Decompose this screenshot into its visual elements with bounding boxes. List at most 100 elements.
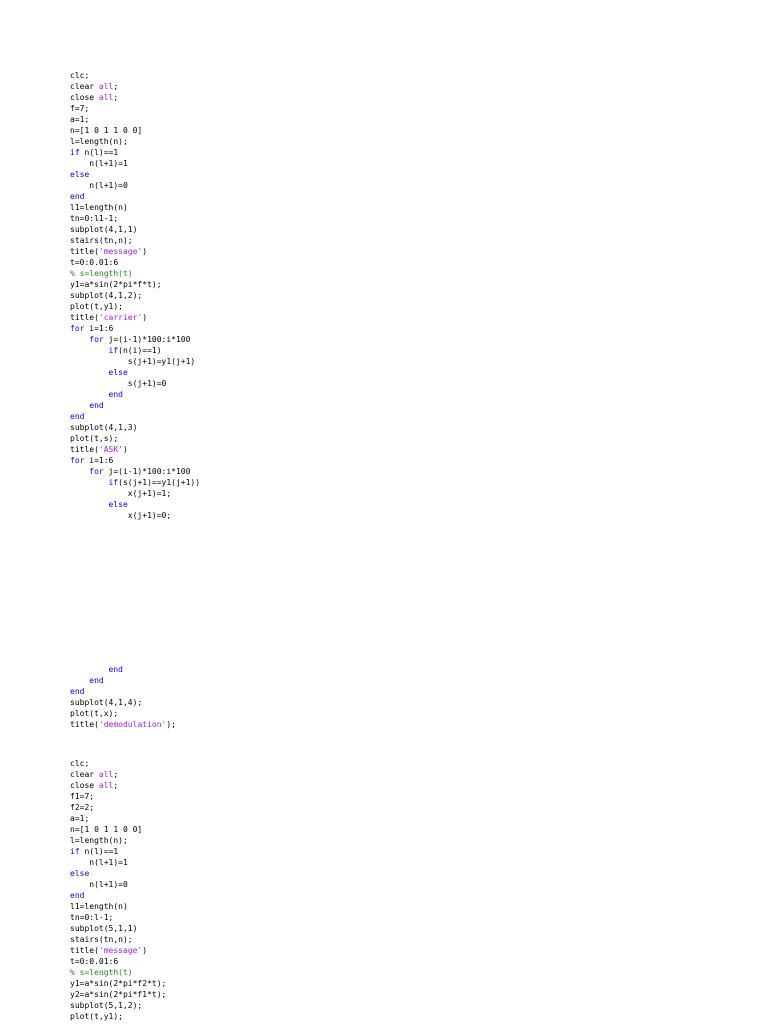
code-token-plain: l=length(n); bbox=[70, 137, 128, 146]
code-line: end bbox=[70, 389, 200, 400]
code-token-plain: f1=7; bbox=[70, 792, 95, 801]
code-token-keyword: for bbox=[89, 467, 104, 476]
code-token-plain: j=(i-1)*100:i*100 bbox=[103, 467, 191, 476]
code-token-plain: close bbox=[70, 93, 99, 102]
code-token-plain: ) bbox=[142, 946, 148, 955]
code-token-keyword: else bbox=[108, 500, 128, 509]
code-line: n(l+1)=1 bbox=[70, 857, 166, 868]
code-line: n(l+1)=1 bbox=[70, 158, 200, 169]
code-token-plain: x(j+1)=0; bbox=[70, 511, 172, 520]
code-token-plain: stairs(tn,n); bbox=[70, 935, 133, 944]
code-block-ask-part-2: end end end subplot(4,1,4); plot(t,x); title… bbox=[70, 664, 176, 730]
code-line: end bbox=[70, 400, 200, 411]
code-token-plain: plot(t,x); bbox=[70, 709, 119, 718]
code-line: % s=length(t) bbox=[70, 967, 166, 978]
code-token-keyword: if bbox=[108, 346, 119, 355]
code-line: plot(t,y1); bbox=[70, 301, 200, 312]
code-line: x(j+1)=0; bbox=[70, 510, 200, 521]
code-token-keyword: if bbox=[70, 148, 80, 157]
code-line: subplot(4,1,2); bbox=[70, 290, 200, 301]
code-token-plain: j=(i-1)*100:i*100 bbox=[103, 335, 191, 344]
code-line: else bbox=[70, 169, 200, 180]
code-line: subplot(4,1,1) bbox=[70, 224, 200, 235]
code-line: s(j+1)=0 bbox=[70, 378, 200, 389]
code-token-plain: stairs(tn,n); bbox=[70, 236, 133, 245]
code-line: a=1; bbox=[70, 813, 166, 824]
code-token-plain: subplot(4,1,1) bbox=[70, 225, 138, 234]
code-token-keyword: if bbox=[70, 847, 80, 856]
code-token-keyword: end bbox=[108, 390, 123, 399]
code-token-plain: i=1:6 bbox=[84, 456, 114, 465]
code-token-plain: n(l+1)=1 bbox=[70, 858, 128, 867]
code-token-plain: l1=length(n) bbox=[70, 203, 128, 212]
code-token-plain: l=length(n); bbox=[70, 836, 128, 845]
code-line: tn=0:l1-1; bbox=[70, 213, 200, 224]
code-token-plain: i=1:6 bbox=[84, 324, 114, 333]
code-token-plain: y2=a*sin(2*pi*f1*t); bbox=[70, 990, 167, 999]
code-line: end bbox=[70, 664, 176, 675]
code-line: else bbox=[70, 499, 200, 510]
code-line: else bbox=[70, 868, 166, 879]
code-token-plain: a=1; bbox=[70, 814, 90, 823]
code-token-keyword: if bbox=[108, 478, 119, 487]
code-line: n=[1 0 1 1 0 0] bbox=[70, 824, 166, 835]
code-token-plain: l1=length(n) bbox=[70, 902, 128, 911]
code-token-plain: a=1; bbox=[70, 115, 90, 124]
code-line: end bbox=[70, 686, 176, 697]
code-line: subplot(5,1,2); bbox=[70, 1000, 166, 1011]
code-line: end bbox=[70, 675, 176, 686]
code-token-string: 'carrier' bbox=[98, 313, 143, 322]
code-token-plain: ) bbox=[123, 445, 128, 454]
code-token-plain: (n(i)==1) bbox=[118, 346, 162, 355]
code-line: l1=length(n) bbox=[70, 202, 200, 213]
code-token-plain: clear bbox=[70, 82, 99, 91]
code-token-plain: tn=0:l-1; bbox=[70, 913, 114, 922]
code-token-plain: close bbox=[70, 781, 99, 790]
code-line: for i=1:6 bbox=[70, 455, 200, 466]
code-token-keyword: for bbox=[70, 324, 85, 333]
code-token-plain: ) bbox=[142, 247, 148, 256]
code-token-plain: clc; bbox=[70, 759, 90, 768]
code-token-plain: ; bbox=[113, 770, 119, 779]
code-token-plain: s(j+1)=y1(j+1) bbox=[70, 357, 196, 366]
code-line: title('demodulation'); bbox=[70, 719, 176, 730]
code-line: end bbox=[70, 411, 200, 422]
code-line: clc; bbox=[70, 758, 166, 769]
code-line: plot(t,x); bbox=[70, 708, 176, 719]
code-line: title('carrier') bbox=[70, 312, 200, 323]
code-token-plain: tn=0:l1-1; bbox=[70, 214, 119, 223]
code-token-keyword: end bbox=[70, 412, 85, 421]
code-line: l=length(n); bbox=[70, 136, 200, 147]
code-token-plain: ) bbox=[142, 313, 148, 322]
code-line: subplot(4,1,3) bbox=[70, 422, 200, 433]
code-line: t=0:0.01:6 bbox=[70, 257, 200, 268]
code-line: stairs(tn,n); bbox=[70, 235, 200, 246]
code-token-string: 'ASK' bbox=[98, 445, 123, 454]
code-line: if(n(i)==1) bbox=[70, 345, 200, 356]
code-token-plain: n=[1 0 1 1 0 0] bbox=[70, 825, 143, 834]
code-token-keyword: end bbox=[70, 687, 85, 696]
code-token-plain: title( bbox=[70, 720, 99, 729]
code-token-plain: clear bbox=[70, 770, 99, 779]
code-line: else bbox=[70, 367, 200, 378]
code-token-plain: subplot(4,1,2); bbox=[70, 291, 143, 300]
code-token-comment: % s=length(t) bbox=[70, 968, 133, 977]
code-line: f1=7; bbox=[70, 791, 166, 802]
code-token-string: all bbox=[98, 770, 114, 779]
code-token-plain: title( bbox=[70, 247, 99, 256]
code-token-string: 'message' bbox=[98, 946, 143, 955]
code-line: for j=(i-1)*100:i*100 bbox=[70, 334, 200, 345]
code-line: n=[1 0 1 1 0 0] bbox=[70, 125, 200, 136]
code-line: f=7; bbox=[70, 103, 200, 114]
code-line: plot(t,y1); bbox=[70, 1011, 166, 1022]
code-token-plain: ; bbox=[113, 93, 119, 102]
code-token-keyword: for bbox=[70, 456, 85, 465]
code-token-keyword: for bbox=[89, 335, 104, 344]
code-token-plain: clc; bbox=[70, 71, 90, 80]
